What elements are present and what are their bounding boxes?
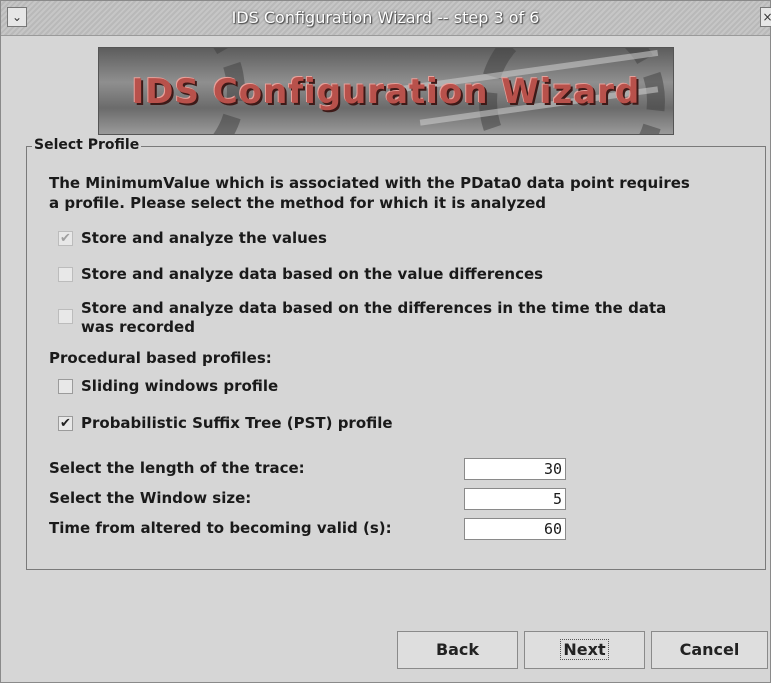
validity-time-label: Time from altered to becoming valid (s): — [49, 519, 392, 537]
close-icon[interactable]: × — [760, 7, 771, 27]
checkbox-value-differences[interactable] — [58, 267, 73, 282]
cancel-button[interactable]: Cancel — [651, 631, 768, 669]
procedural-heading: Procedural based profiles: — [49, 349, 272, 367]
description-line-2: a profile. Please select the method for … — [49, 194, 546, 212]
window-size-field[interactable]: 5 — [464, 488, 566, 510]
trace-length-label: Select the length of the trace: — [49, 459, 305, 477]
wizard-banner: IDS Configuration Wizard — [98, 47, 674, 135]
title-bar[interactable]: ⌄ IDS Configuration Wizard -- step 3 of … — [1, 1, 771, 36]
next-button-label: Next — [560, 639, 609, 660]
back-button[interactable]: Back — [397, 631, 518, 669]
checkbox-label: Sliding windows profile — [81, 377, 279, 395]
window-size-label: Select the Window size: — [49, 489, 252, 507]
validity-time-field[interactable]: 60 — [464, 518, 566, 540]
banner-logo-text: IDS Configuration Wizard — [131, 72, 641, 112]
checkbox-store-values[interactable]: ✔ — [58, 231, 73, 246]
trace-length-field[interactable]: 30 — [464, 458, 566, 480]
wizard-window: ⌄ IDS Configuration Wizard -- step 3 of … — [0, 0, 771, 683]
checkbox-label: Store and analyze data based on the diff… — [81, 299, 667, 317]
checkbox-label-cont: was recorded — [81, 318, 195, 336]
next-button[interactable]: Next — [524, 631, 645, 669]
checkbox-label: Store and analyze data based on the valu… — [81, 265, 544, 283]
group-legend: Select Profile — [32, 137, 142, 153]
description-line-1: The MinimumValue which is associated wit… — [49, 174, 690, 192]
checkbox-sliding-windows[interactable] — [58, 379, 73, 394]
checkbox-pst-profile[interactable]: ✔ — [58, 416, 73, 431]
checkbox-label: Store and analyze the values — [81, 229, 327, 247]
checkbox-time-differences[interactable] — [58, 309, 73, 324]
window-title: IDS Configuration Wizard -- step 3 of 6 — [231, 8, 540, 27]
checkbox-label: Probabilistic Suffix Tree (PST) profile — [81, 414, 393, 432]
